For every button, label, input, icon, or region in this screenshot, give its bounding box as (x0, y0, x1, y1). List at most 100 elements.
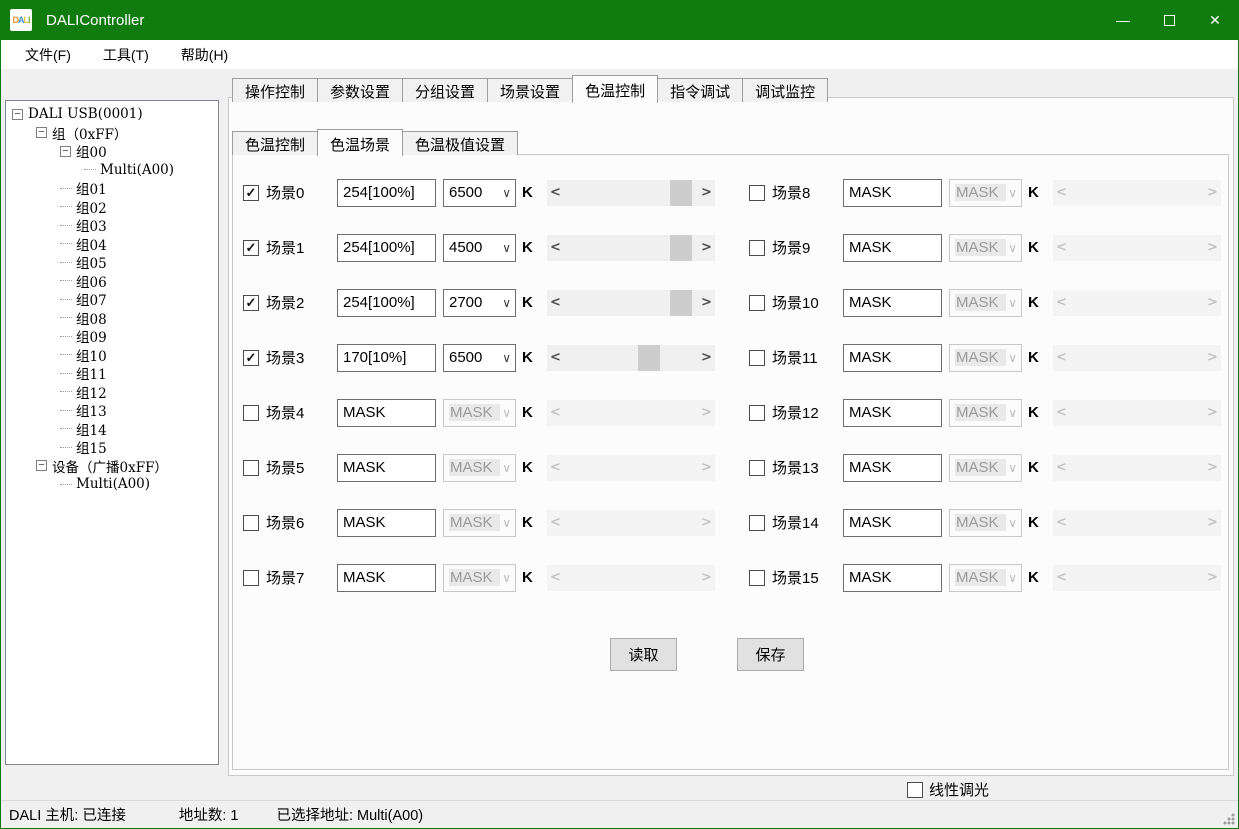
scene-temp-scrollbar[interactable]: < > (547, 180, 715, 206)
device-tree[interactable]: −DALI USB(0001)−组（0xFF）−组00Multi(A00)组01… (5, 100, 219, 765)
scroll-right-icon[interactable]: > (1204, 570, 1221, 585)
scroll-left-icon[interactable]: < (547, 460, 564, 475)
tree-item[interactable]: 组09 (6, 327, 218, 346)
scene-checkbox[interactable]: ✓ (243, 295, 259, 311)
collapse-icon[interactable]: − (36, 127, 47, 138)
tree-item[interactable]: 组10 (6, 346, 218, 365)
scroll-right-icon[interactable]: > (698, 185, 715, 200)
scrollbar-track[interactable] (564, 455, 698, 481)
scene-checkbox[interactable] (749, 570, 765, 586)
scene-level-input[interactable]: MASK (843, 509, 942, 537)
collapse-icon[interactable]: − (36, 460, 47, 471)
scroll-right-icon[interactable]: > (698, 350, 715, 365)
scene-temp-scrollbar[interactable]: < > (1053, 290, 1221, 316)
scroll-left-icon[interactable]: < (1053, 350, 1070, 365)
scroll-right-icon[interactable]: > (698, 570, 715, 585)
scene-level-input[interactable]: 254[100%] (337, 179, 436, 207)
scroll-left-icon[interactable]: < (1053, 570, 1070, 585)
scene-level-input[interactable]: MASK (337, 564, 436, 592)
scene-checkbox[interactable] (243, 515, 259, 531)
scene-kelvin-select[interactable]: MASK ∨ (443, 454, 516, 482)
scroll-left-icon[interactable]: < (1053, 460, 1070, 475)
scrollbar-track[interactable] (1070, 290, 1204, 316)
scene-checkbox[interactable] (749, 405, 765, 421)
scene-checkbox[interactable] (243, 460, 259, 476)
scrollbar-track[interactable] (564, 345, 698, 371)
scrollbar-track[interactable] (564, 235, 698, 261)
tab-0[interactable]: 操作控制 (232, 78, 318, 102)
scrollbar-thumb[interactable] (670, 180, 692, 206)
scene-level-input[interactable]: MASK (843, 564, 942, 592)
scrollbar-track[interactable] (1070, 455, 1204, 481)
scene-checkbox[interactable]: ✓ (243, 185, 259, 201)
tree-item[interactable]: 组02 (6, 198, 218, 217)
scene-level-input[interactable]: MASK (843, 344, 942, 372)
tree-item[interactable]: −DALI USB(0001) (6, 105, 218, 124)
scene-temp-scrollbar[interactable]: < > (547, 235, 715, 261)
scene-temp-scrollbar[interactable]: < > (1053, 510, 1221, 536)
scene-level-input[interactable]: MASK (337, 399, 436, 427)
tab-3[interactable]: 场景设置 (487, 78, 573, 102)
tree-item[interactable]: 组01 (6, 179, 218, 198)
scene-level-input[interactable]: MASK (843, 234, 942, 262)
scene-kelvin-select[interactable]: MASK ∨ (949, 289, 1022, 317)
maximize-button[interactable] (1146, 0, 1192, 40)
scroll-left-icon[interactable]: < (547, 515, 564, 530)
save-button[interactable]: 保存 (737, 638, 804, 671)
tree-item[interactable]: 组08 (6, 309, 218, 328)
scene-temp-scrollbar[interactable]: < > (547, 565, 715, 591)
scene-checkbox[interactable] (243, 405, 259, 421)
scroll-right-icon[interactable]: > (1204, 460, 1221, 475)
scroll-left-icon[interactable]: < (1053, 185, 1070, 200)
scrollbar-track[interactable] (1070, 565, 1204, 591)
linear-dimming-checkbox[interactable] (907, 782, 923, 798)
close-button[interactable]: ✕ (1192, 0, 1238, 40)
scene-checkbox[interactable] (749, 515, 765, 531)
scene-level-input[interactable]: 170[10%] (337, 344, 436, 372)
tree-item[interactable]: 组05 (6, 253, 218, 272)
scrollbar-thumb[interactable] (670, 235, 692, 261)
scroll-right-icon[interactable]: > (1204, 350, 1221, 365)
tab-6[interactable]: 调试监控 (742, 78, 828, 102)
scroll-left-icon[interactable]: < (547, 295, 564, 310)
scrollbar-track[interactable] (1070, 345, 1204, 371)
tree-item[interactable]: 组15 (6, 438, 218, 457)
tree-item[interactable]: −组00 (6, 142, 218, 161)
scroll-right-icon[interactable]: > (698, 405, 715, 420)
scroll-left-icon[interactable]: < (1053, 515, 1070, 530)
scene-level-input[interactable]: 254[100%] (337, 289, 436, 317)
collapse-icon[interactable]: − (12, 109, 23, 120)
scroll-left-icon[interactable]: < (547, 570, 564, 585)
tab-1[interactable]: 参数设置 (317, 78, 403, 102)
resize-grip[interactable] (1223, 813, 1235, 825)
menu-item-2[interactable]: 帮助(H) (165, 40, 244, 69)
tree-item[interactable]: 组04 (6, 235, 218, 254)
scene-kelvin-select[interactable]: MASK ∨ (949, 454, 1022, 482)
tree-item[interactable]: Multi(A00) (6, 161, 218, 180)
scene-level-input[interactable]: MASK (843, 454, 942, 482)
scroll-right-icon[interactable]: > (1204, 240, 1221, 255)
scroll-left-icon[interactable]: < (1053, 295, 1070, 310)
scroll-right-icon[interactable]: > (698, 240, 715, 255)
scene-kelvin-select[interactable]: MASK ∨ (949, 564, 1022, 592)
scene-temp-scrollbar[interactable]: < > (547, 510, 715, 536)
scene-level-input[interactable]: MASK (337, 509, 436, 537)
scene-checkbox[interactable] (749, 350, 765, 366)
subtab-1[interactable]: 色温场景 (317, 129, 403, 156)
scene-temp-scrollbar[interactable]: < > (1053, 235, 1221, 261)
read-button[interactable]: 读取 (610, 638, 677, 671)
tree-item[interactable]: 组06 (6, 272, 218, 291)
scrollbar-track[interactable] (1070, 400, 1204, 426)
scene-temp-scrollbar[interactable]: < > (1053, 455, 1221, 481)
scene-kelvin-select[interactable]: 4500 ∨ (443, 234, 516, 262)
scrollbar-track[interactable] (564, 510, 698, 536)
scene-checkbox[interactable]: ✓ (243, 240, 259, 256)
scrollbar-track[interactable] (564, 565, 698, 591)
scrollbar-track[interactable] (1070, 235, 1204, 261)
scene-kelvin-select[interactable]: MASK ∨ (949, 344, 1022, 372)
scroll-left-icon[interactable]: < (547, 405, 564, 420)
menu-item-1[interactable]: 工具(T) (87, 40, 165, 69)
scrollbar-thumb[interactable] (670, 290, 692, 316)
scene-temp-scrollbar[interactable]: < > (1053, 345, 1221, 371)
scroll-right-icon[interactable]: > (1204, 405, 1221, 420)
